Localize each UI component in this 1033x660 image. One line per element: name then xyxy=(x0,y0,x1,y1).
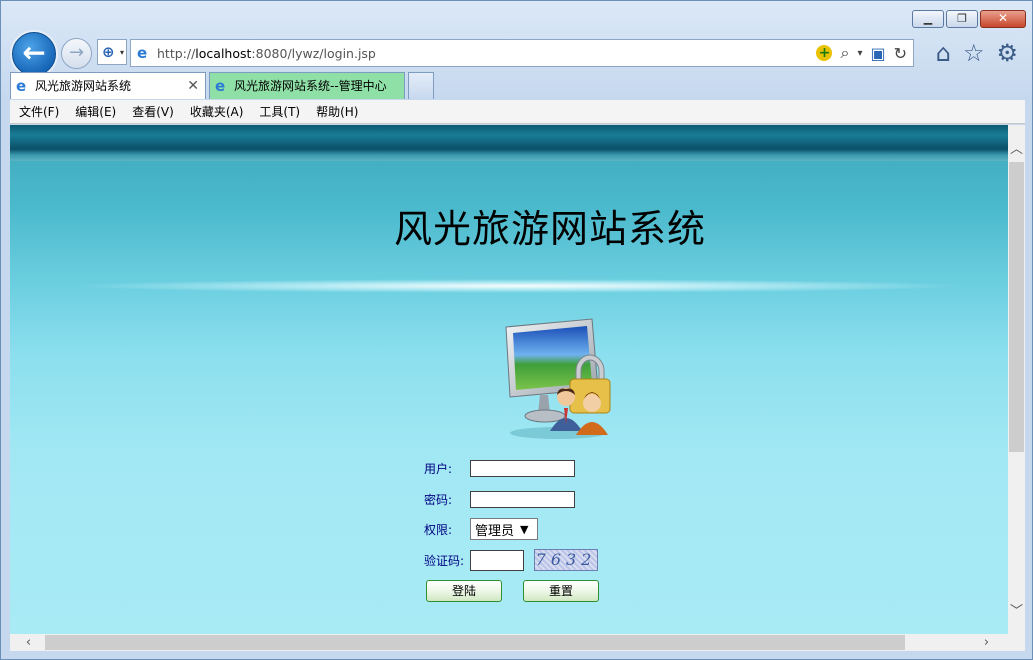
menu-bar: 文件(F) 编辑(E) 查看(V) 收藏夹(A) 工具(T) 帮助(H) xyxy=(10,100,1025,124)
ie-page-icon: e xyxy=(137,44,148,62)
tab-label: 风光旅游网站系统--管理中心 xyxy=(234,79,387,93)
menu-help[interactable]: 帮助(H) xyxy=(316,103,358,120)
home-icon[interactable]: ⌂ xyxy=(936,39,951,67)
tab-label: 风光旅游网站系统 xyxy=(35,79,132,93)
tab-login[interactable]: e 风光旅游网站系统 ✕ xyxy=(10,72,206,99)
role-select[interactable]: 管理员 ▼ xyxy=(470,518,538,540)
settings-gear-icon[interactable]: ⚙ xyxy=(996,39,1018,67)
captcha-row: 验证码: 7632 xyxy=(424,549,598,571)
restore-button[interactable]: ❐ xyxy=(946,10,978,28)
minimize-button[interactable]: ▁ xyxy=(912,10,944,28)
vertical-scrollbar[interactable]: ︿ ﹀ xyxy=(1008,125,1025,634)
url-path: :8080/lywz/login.jsp xyxy=(251,46,376,61)
search-icon[interactable]: ⌕ xyxy=(840,43,849,63)
close-icon: ✕ xyxy=(997,11,1009,25)
header-glow-divider xyxy=(70,279,968,293)
url-prefix: http:// xyxy=(157,46,196,61)
url-text[interactable]: http://localhost:8080/lywz/login.jsp xyxy=(157,46,376,61)
user-label: 用户: xyxy=(424,461,453,476)
address-bar[interactable]: e http://localhost:8080/lywz/login.jsp +… xyxy=(130,39,914,67)
restore-icon: ❐ xyxy=(957,12,967,25)
chevron-down-icon: ▼ xyxy=(520,522,529,536)
ie-tab-icon: e xyxy=(16,77,27,95)
scroll-down-icon[interactable]: ﹀ xyxy=(1008,603,1025,620)
ie-tab-icon: e xyxy=(215,77,226,95)
vertical-scroll-thumb[interactable] xyxy=(1009,162,1024,452)
close-window-button[interactable]: ✕ xyxy=(980,10,1026,28)
scroll-right-icon[interactable]: › xyxy=(978,634,995,651)
dropdown-arrow-icon: ▾ xyxy=(119,48,124,57)
password-label: 密码: xyxy=(424,492,453,507)
menu-edit[interactable]: 编辑(E) xyxy=(75,103,116,120)
forward-button[interactable]: → xyxy=(61,38,92,69)
forward-arrow-icon: → xyxy=(68,42,85,63)
address-tools: + ⌕ ▾ ▣ ↻ xyxy=(816,43,907,63)
close-tab-icon[interactable]: ✕ xyxy=(187,73,199,99)
back-arrow-icon: ← xyxy=(22,36,46,69)
menu-favorites[interactable]: 收藏夹(A) xyxy=(190,103,244,120)
reset-button[interactable]: 重置 xyxy=(523,580,599,602)
minimize-icon: ▁ xyxy=(923,12,933,25)
captcha-label: 验证码: xyxy=(424,553,465,568)
user-row: 用户: xyxy=(424,457,575,479)
role-row: 权限: 管理员 ▼ xyxy=(424,518,538,540)
scroll-up-icon[interactable]: ︿ xyxy=(1008,141,1025,158)
search-dropdown-icon[interactable]: ▾ xyxy=(857,48,862,59)
captcha-input[interactable] xyxy=(470,549,524,571)
horizontal-scroll-thumb[interactable] xyxy=(45,635,905,650)
browser-toolbar-right: ⌂ ☆ ⚙ xyxy=(936,39,1018,67)
page-title: 风光旅游网站系统 xyxy=(393,207,706,251)
computer-lock-users-icon xyxy=(505,318,611,439)
password-input[interactable] xyxy=(470,490,575,508)
user-input[interactable] xyxy=(470,459,575,477)
header-band xyxy=(10,125,1008,161)
back-button[interactable]: ← xyxy=(12,32,56,76)
login-button[interactable]: 登陆 xyxy=(426,580,502,602)
tab-strip: e 风光旅游网站系统 ✕ e 风光旅游网站系统--管理中心 xyxy=(10,72,437,100)
page-image-icon[interactable]: ▣ xyxy=(870,44,885,63)
favorites-star-icon[interactable]: ☆ xyxy=(963,39,985,67)
refresh-icon[interactable]: ↻ xyxy=(894,44,907,63)
url-host: localhost xyxy=(195,46,252,61)
new-tab-button[interactable] xyxy=(408,72,434,99)
page-content: 风光旅游网站系统 用户: 密码: 权限: 管理员 ▼ 验证码: 7632 登陆 … xyxy=(10,125,1008,634)
shield-icon: ⊕ xyxy=(102,43,115,61)
compatibility-view-icon[interactable]: + xyxy=(816,45,833,61)
password-row: 密码: xyxy=(424,488,575,510)
browser-window: ▁ ❐ ✕ ← → ⊕ ▾ e http://localhost:8080/lyw… xyxy=(0,0,1033,660)
menu-view[interactable]: 查看(V) xyxy=(132,103,174,120)
menu-tools[interactable]: 工具(T) xyxy=(259,103,300,120)
role-selected-value: 管理员 xyxy=(475,523,515,539)
tab-admin-center[interactable]: e 风光旅游网站系统--管理中心 xyxy=(209,72,405,99)
window-controls: ▁ ❐ ✕ xyxy=(912,10,1026,28)
captcha-image[interactable]: 7632 xyxy=(534,549,598,571)
role-label: 权限: xyxy=(424,522,453,537)
scroll-left-icon[interactable]: ‹ xyxy=(20,634,37,651)
security-menu-button[interactable]: ⊕ ▾ xyxy=(97,39,127,65)
menu-file[interactable]: 文件(F) xyxy=(19,103,59,120)
horizontal-scrollbar[interactable]: ‹ › xyxy=(10,634,1025,651)
